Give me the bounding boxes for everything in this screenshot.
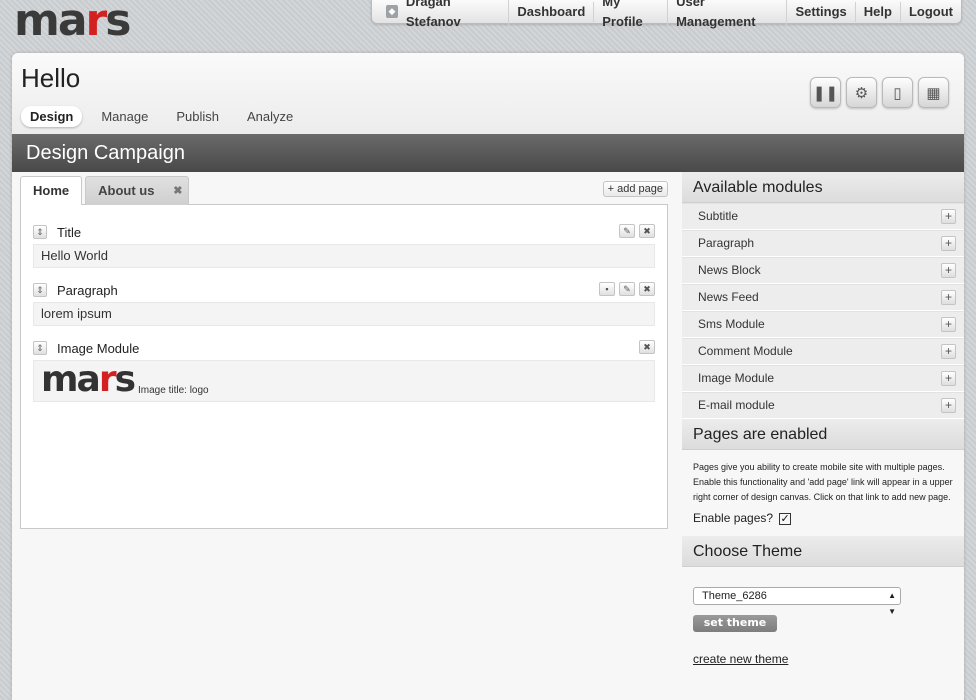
drag-handle-icon[interactable]: ⇕ — [33, 283, 47, 297]
module-item[interactable]: E-mail module + — [682, 392, 964, 419]
user-name-link[interactable]: Dragan Stefanov — [406, 0, 510, 32]
delete-icon[interactable]: ✖ — [639, 282, 655, 296]
tab-analyze[interactable]: Analyze — [238, 106, 302, 127]
plus-icon[interactable]: + — [941, 263, 956, 278]
available-modules-title: Available modules — [682, 172, 964, 203]
campaign-tabs: Design Manage Publish Analyze — [21, 106, 302, 127]
enable-pages-label: Enable pages? — [693, 511, 774, 525]
pages-description: Pages give you ability to create mobile … — [693, 462, 953, 502]
image-caption: Image title: logo — [138, 385, 209, 396]
design-canvas: Home About us ✖ + add page ⇕ Title ✎ ✖ H… — [20, 176, 668, 529]
module-name: Title — [57, 224, 82, 240]
plus-icon[interactable]: + — [941, 371, 956, 386]
qr-code-icon[interactable]: ▦ — [918, 77, 949, 108]
pages-section: Pages give you ability to create mobile … — [682, 450, 964, 536]
page-tabs: Home About us ✖ + add page — [20, 176, 668, 205]
module-content[interactable]: mars Image title: logo — [33, 360, 655, 402]
lock-icon[interactable]: ▪ — [599, 282, 615, 296]
plus-icon[interactable]: + — [941, 209, 956, 224]
gear-icon[interactable]: ⚙ — [846, 77, 877, 108]
tab-design[interactable]: Design — [21, 106, 83, 127]
module-item[interactable]: Subtitle + — [682, 203, 964, 230]
pages-title: Pages are enabled — [682, 419, 964, 450]
canvas-body: ⇕ Title ✎ ✖ Hello World ⇕ Paragraph ▪ ✎ — [20, 204, 668, 529]
pause-icon[interactable]: ❚❚ — [810, 77, 841, 108]
page-title: Hello — [21, 63, 81, 93]
theme-section: Theme_6286 ▲ ▼ set theme create new theme — [682, 567, 964, 677]
module-item[interactable]: Paragraph + — [682, 230, 964, 257]
enable-pages-checkbox[interactable]: ✓ — [779, 512, 792, 525]
sidebar: Available modules Subtitle + Paragraph + N… — [682, 172, 964, 677]
add-page-button[interactable]: + add page — [602, 181, 668, 197]
delete-icon[interactable]: ✖ — [639, 340, 655, 354]
plus-icon[interactable]: + — [941, 344, 956, 359]
nav-user-management[interactable]: User Management — [668, 0, 788, 32]
nav-logout[interactable]: Logout — [901, 2, 961, 22]
theme-select[interactable]: Theme_6286 ▲ ▼ — [693, 587, 901, 616]
main-panel: Hello Design Manage Publish Analyze ❚❚ ⚙… — [12, 53, 964, 700]
section-title: Design Campaign — [12, 134, 964, 172]
logo-image: mars — [41, 359, 136, 400]
module-name: Paragraph — [57, 282, 118, 298]
module-content[interactable]: lorem ipsum — [33, 302, 655, 326]
plus-icon[interactable]: + — [941, 398, 956, 413]
chevron-down-icon: ▲ ▼ — [888, 591, 896, 616]
edit-icon[interactable]: ✎ — [619, 224, 635, 238]
plus-icon[interactable]: + — [941, 236, 956, 251]
close-icon[interactable]: ✖ — [173, 177, 182, 205]
create-theme-link[interactable]: create new theme — [693, 652, 953, 667]
drag-handle-icon[interactable]: ⇕ — [33, 225, 47, 239]
toolbar: ❚❚ ⚙ ▯ ▦ — [810, 77, 949, 108]
page-tab-home[interactable]: Home — [20, 176, 83, 205]
delete-icon[interactable]: ✖ — [639, 224, 655, 238]
app-logo[interactable]: mars — [14, 0, 131, 43]
phone-icon[interactable]: ▯ — [882, 77, 913, 108]
module-item[interactable]: News Feed + — [682, 284, 964, 311]
tab-manage[interactable]: Manage — [92, 106, 157, 127]
plus-icon[interactable]: + — [941, 290, 956, 305]
choose-theme-title: Choose Theme — [682, 536, 964, 567]
panel-header: Hello Design Manage Publish Analyze ❚❚ ⚙… — [12, 53, 964, 134]
module-item[interactable]: Sms Module + — [682, 311, 964, 338]
module-paragraph: ⇕ Paragraph ▪ ✎ ✖ lorem ipsum — [33, 278, 655, 326]
page-tab-label: About us — [98, 183, 155, 198]
nav-help[interactable]: Help — [856, 1, 901, 22]
theme-select-value: Theme_6286 — [702, 590, 767, 602]
module-content[interactable]: Hello World — [33, 244, 655, 268]
nav-my-profile[interactable]: My Profile — [594, 0, 669, 32]
nav-settings[interactable]: Settings — [787, 1, 856, 22]
user-icon: ◆ — [386, 5, 398, 18]
module-name: Image Module — [57, 340, 140, 356]
nav-dashboard[interactable]: Dashboard — [509, 1, 595, 22]
edit-icon[interactable]: ✎ — [619, 282, 635, 296]
top-navigation: ◆ Dragan Stefanov Dashboard My Profile U… — [371, 0, 962, 32]
page-tab-about-us[interactable]: About us ✖ — [85, 176, 190, 205]
module-item[interactable]: Image Module + — [682, 365, 964, 392]
module-image: ⇕ Image Module ✖ mars Image title: logo — [33, 336, 655, 402]
plus-icon[interactable]: + — [941, 317, 956, 332]
drag-handle-icon[interactable]: ⇕ — [33, 341, 47, 355]
module-item[interactable]: News Block + — [682, 257, 964, 284]
module-title: ⇕ Title ✎ ✖ Hello World — [33, 220, 655, 268]
set-theme-button[interactable]: set theme — [693, 615, 777, 632]
tab-publish[interactable]: Publish — [167, 106, 228, 127]
module-item[interactable]: Comment Module + — [682, 338, 964, 365]
